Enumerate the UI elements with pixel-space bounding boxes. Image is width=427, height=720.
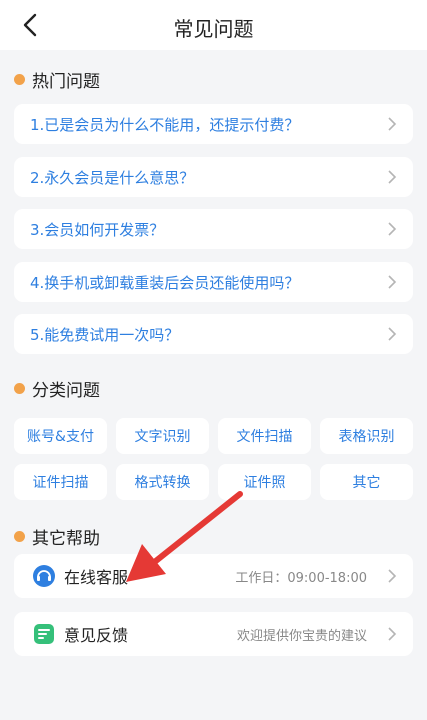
faq-item-label: 2.永久会员是什么意思？	[30, 168, 195, 187]
faq-item[interactable]: 1.已是会员为什么不能用，还提示付费？	[14, 104, 413, 144]
category-table-recognition[interactable]: 表格识别	[320, 418, 413, 454]
header-bar: 常见问题	[0, 0, 427, 50]
category-other[interactable]: 其它	[320, 464, 413, 500]
chevron-right-icon	[388, 627, 397, 641]
bullet-dot-icon	[14, 74, 25, 85]
faq-item-label: 5.能免费试用一次吗？	[30, 325, 180, 344]
faq-item[interactable]: 5.能免费试用一次吗？	[14, 314, 413, 354]
category-account-payment[interactable]: 账号&支付	[14, 418, 107, 454]
online-service-label: 在线客服	[64, 568, 129, 587]
category-format-convert[interactable]: 格式转换	[116, 464, 209, 500]
faq-item-label: 4.换手机或卸载重装后会员还能使用吗？	[30, 273, 300, 292]
chevron-right-icon	[388, 275, 397, 289]
bullet-dot-icon	[14, 383, 25, 394]
chevron-right-icon	[388, 117, 397, 131]
chevron-right-icon	[388, 569, 397, 583]
category-text-recognition[interactable]: 文字识别	[116, 418, 209, 454]
page-title: 常见问题	[173, 17, 254, 41]
headset-icon	[33, 565, 55, 587]
faq-item-label: 1.已是会员为什么不能用，还提示付费？	[30, 115, 300, 134]
section-hot: 热门问题	[14, 67, 100, 92]
faq-item[interactable]: 2.永久会员是什么意思？	[14, 157, 413, 197]
chevron-right-icon	[388, 170, 397, 184]
section-help: 其它帮助	[14, 524, 100, 549]
category-grid: 账号&支付 文字识别 文件扫描 表格识别 证件扫描 格式转换 证件照 其它	[14, 418, 415, 500]
online-service-button[interactable]: 在线客服 工作日：09:00-18:00	[14, 554, 413, 598]
section-categories: 分类问题	[14, 376, 100, 401]
feedback-hint: 欢迎提供你宝贵的建议	[236, 628, 367, 644]
feedback-icon	[34, 624, 54, 644]
category-id-photo[interactable]: 证件照	[218, 464, 311, 500]
section-hot-title: 热门问题	[32, 72, 100, 92]
service-hours: 工作日：09:00-18:00	[235, 570, 367, 586]
faq-item-label: 3.会员如何开发票？	[30, 220, 165, 239]
faq-item[interactable]: 3.会员如何开发票？	[14, 209, 413, 249]
feedback-button[interactable]: 意见反馈 欢迎提供你宝贵的建议	[14, 612, 413, 656]
bullet-dot-icon	[14, 531, 25, 542]
faq-item[interactable]: 4.换手机或卸载重装后会员还能使用吗？	[14, 262, 413, 302]
section-categories-title: 分类问题	[32, 381, 100, 401]
chevron-right-icon	[388, 327, 397, 341]
chevron-right-icon	[388, 222, 397, 236]
section-help-title: 其它帮助	[32, 529, 100, 549]
category-file-scan[interactable]: 文件扫描	[218, 418, 311, 454]
feedback-label: 意见反馈	[64, 626, 129, 645]
category-id-scan[interactable]: 证件扫描	[14, 464, 107, 500]
